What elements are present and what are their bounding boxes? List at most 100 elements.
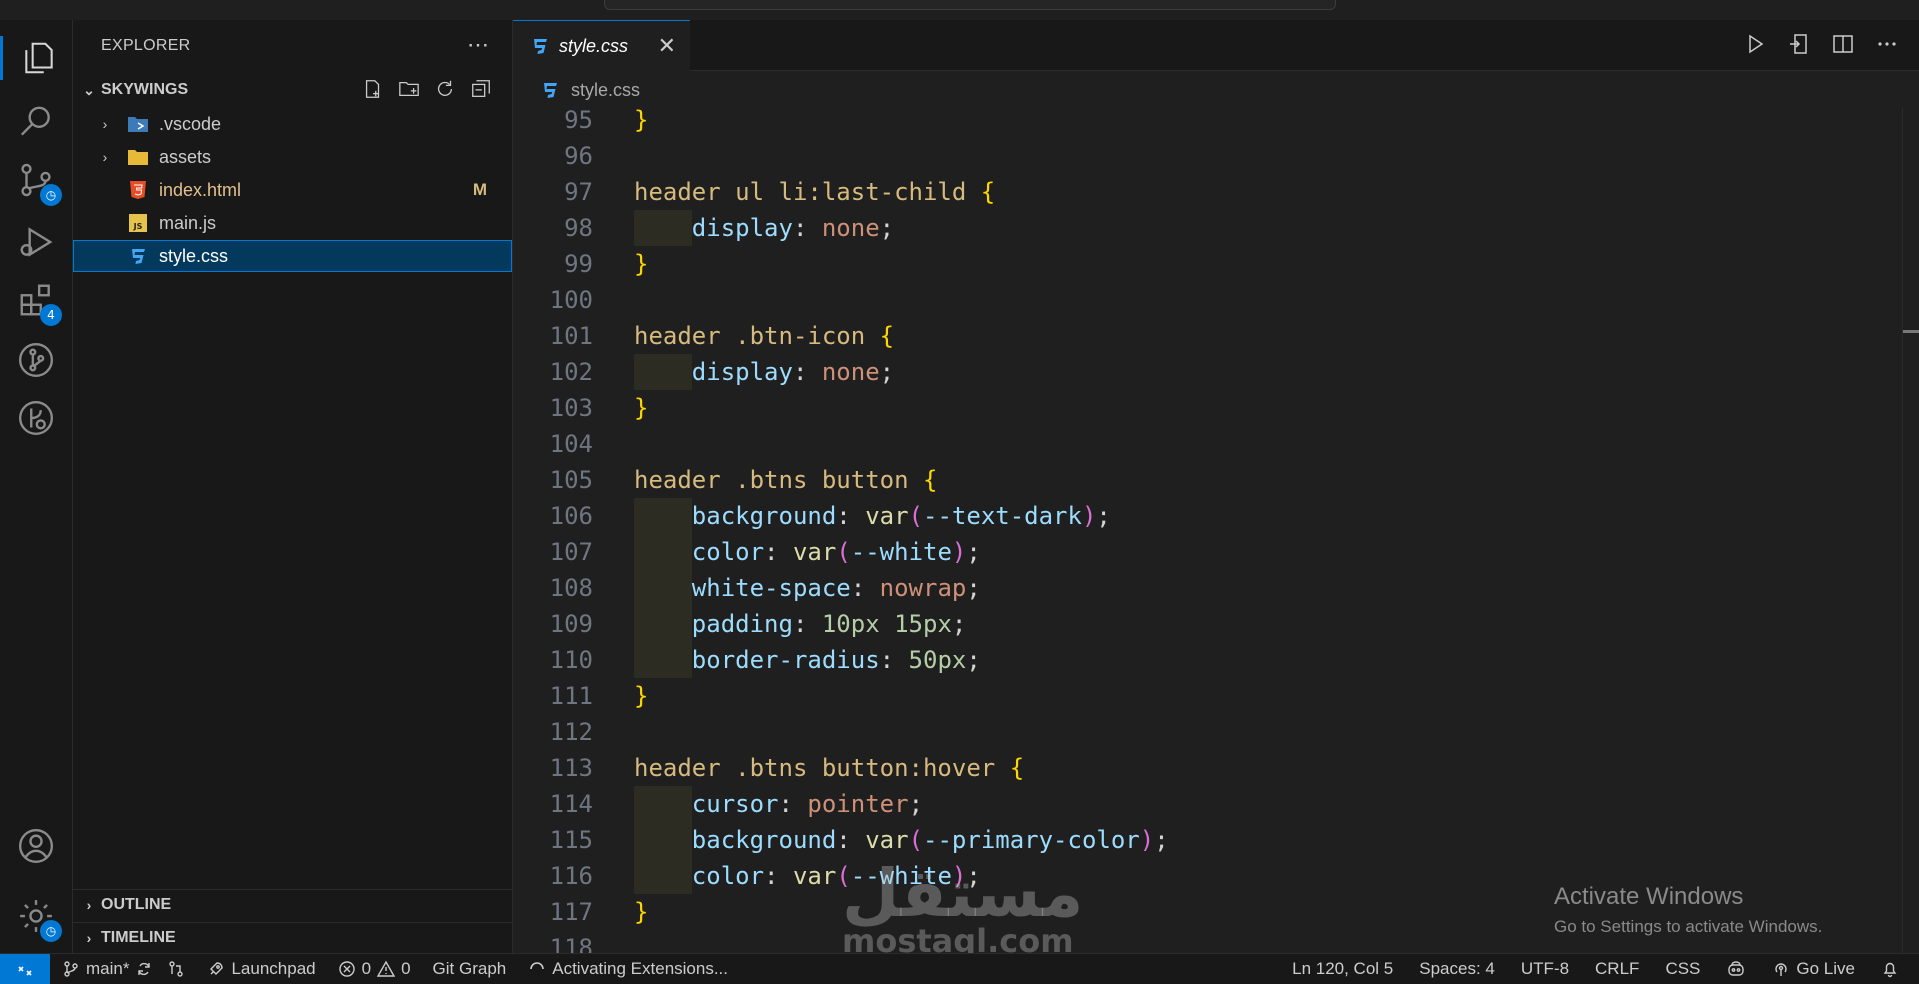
git-compare-icon [169, 961, 184, 977]
code-line[interactable]: 103} [513, 390, 649, 426]
tree-folder-assets[interactable]: › assets [73, 141, 512, 173]
split-editor-icon[interactable] [1831, 32, 1855, 56]
encoding-status[interactable]: UTF-8 [1521, 959, 1569, 979]
line-number: 99 [564, 250, 593, 278]
new-file-icon[interactable] [362, 78, 384, 100]
code-line[interactable]: 117} [513, 894, 649, 930]
code-line[interactable]: 101 header .btn-icon { [513, 318, 894, 354]
tree-file-main-js[interactable]: JS main.js [73, 207, 512, 239]
language-mode[interactable]: CSS [1665, 959, 1700, 979]
eol-status[interactable]: CRLF [1595, 959, 1639, 979]
code-text: background: var(--primary-color); [691, 826, 1169, 854]
more-actions-icon[interactable]: ⋯ [467, 32, 490, 58]
outline-section-header[interactable]: › OUTLINE [73, 889, 512, 920]
status-bar: main* Launchpad 0 0 Git Graph Activating… [0, 953, 1919, 984]
chevron-right-icon: › [102, 116, 108, 132]
launchpad-status[interactable]: Launchpad [207, 959, 316, 979]
extensions-icon[interactable]: 4 [14, 278, 62, 326]
html5-icon [127, 180, 149, 200]
go-live-label: Go Live [1796, 959, 1855, 978]
launchpad-label: Launchpad [231, 959, 316, 978]
open-preview-icon[interactable] [1787, 32, 1811, 56]
search-icon[interactable] [14, 100, 58, 144]
line-number: 111 [549, 682, 593, 710]
code-line[interactable]: 118 [513, 930, 593, 953]
code-line[interactable]: 114 cursor: pointer; [513, 786, 923, 822]
code-line[interactable]: 96 [513, 138, 593, 174]
branch-status[interactable]: main* [62, 959, 153, 979]
code-line[interactable]: 109 padding: 10px 15px; [513, 606, 966, 642]
settings-gear-icon[interactable]: ◷ [14, 894, 62, 942]
more-actions-icon[interactable] [1875, 32, 1899, 56]
code-line[interactable]: 113 header .btns button:hover { [513, 750, 1025, 786]
tree-file-index-html[interactable]: index.html M [73, 174, 512, 206]
git-graph-icon[interactable] [14, 338, 58, 382]
code-line[interactable]: 102 display: none; [513, 354, 894, 390]
breadcrumb-file[interactable]: style.css [571, 80, 640, 101]
code-line[interactable]: 112 [513, 714, 593, 750]
code-line[interactable]: 100 [513, 282, 593, 318]
line-number: 106 [549, 502, 593, 530]
code-line[interactable]: 110 border-radius: 50px; [513, 642, 981, 678]
notifications-bell-icon[interactable] [1881, 960, 1899, 978]
activate-windows-watermark: Activate Windows Go to Settings to activ… [1554, 883, 1822, 937]
breadcrumb: style.css [533, 76, 640, 104]
code-line[interactable]: 108 white-space: nowrap; [513, 570, 981, 606]
code-line[interactable]: 95} [513, 108, 648, 138]
line-number: 107 [549, 538, 593, 566]
copilot-icon[interactable] [1726, 959, 1746, 979]
error-icon [338, 961, 355, 977]
tree-file-style-css[interactable]: style.css [73, 240, 512, 272]
code-line[interactable]: 105 header .btns button { [513, 462, 938, 498]
branch-name: main* [86, 959, 130, 978]
code-line[interactable]: 104 [513, 426, 593, 462]
close-icon[interactable]: ✕ [658, 33, 676, 59]
gitlens-icon[interactable] [14, 396, 58, 440]
sync-icon[interactable] [135, 960, 153, 978]
explorer-sidebar: EXPLORER ⋯ ⌄ SKYWINGS › .vscode › assets… [73, 20, 513, 953]
remote-indicator-icon[interactable] [0, 954, 50, 984]
activating-status[interactable]: Activating Extensions... [528, 959, 728, 979]
code-line[interactable]: 99} [513, 246, 648, 282]
problems-status[interactable]: 0 0 [338, 959, 411, 979]
rocket-icon [210, 962, 224, 975]
collapse-all-icon[interactable] [470, 78, 492, 100]
workspace-name: SKYWINGS [101, 81, 189, 98]
activating-label: Activating Extensions... [552, 959, 729, 978]
timeline-section-header[interactable]: › TIMELINE [73, 922, 512, 953]
code-text: white-space: nowrap; [691, 574, 981, 602]
run-debug-icon[interactable] [14, 220, 58, 264]
tab-style-css[interactable]: style.css ✕ [513, 20, 690, 71]
line-number: 112 [549, 718, 593, 746]
account-icon[interactable] [14, 824, 58, 868]
explorer-icon[interactable] [0, 36, 75, 80]
indentation-status[interactable]: Spaces: 4 [1419, 959, 1495, 979]
code-line[interactable]: 111} [513, 678, 649, 714]
git-graph-status[interactable]: Git Graph [433, 959, 507, 979]
code-text: cursor: pointer; [691, 790, 924, 818]
activate-subtitle: Go to Settings to activate Windows. [1554, 917, 1823, 936]
code-line[interactable]: 107 color: var(--white); [513, 534, 981, 570]
code-editor[interactable]: 95} 96 97 header ul li:last-child {98 displ… [513, 108, 1903, 953]
source-control-icon[interactable]: ◷ [14, 158, 62, 206]
git-fork-status[interactable] [167, 960, 185, 978]
code-line[interactable]: 116 color: var(--white); [513, 858, 981, 894]
line-number: 98 [564, 214, 593, 242]
cursor-position[interactable]: Ln 120, Col 5 [1292, 959, 1393, 979]
go-live-status[interactable]: Go Live [1772, 959, 1855, 979]
tree-item-label: style.css [159, 245, 229, 266]
run-icon[interactable] [1743, 32, 1767, 56]
code-text: background: var(--text-dark); [691, 502, 1111, 530]
refresh-icon[interactable] [434, 78, 456, 100]
code-line[interactable]: 106 background: var(--text-dark); [513, 498, 1111, 534]
code-line[interactable]: 115 background: var(--primary-color); [513, 822, 1169, 858]
code-line[interactable]: 98 display: none; [513, 210, 894, 246]
vertical-scrollbar[interactable] [1902, 108, 1919, 953]
javascript-icon: JS [127, 213, 149, 233]
command-center-search[interactable] [604, 0, 1336, 10]
tree-folder-vscode[interactable]: › .vscode [73, 108, 512, 140]
status-right: Ln 120, Col 5 Spaces: 4 UTF-8 CRLF CSS G… [1292, 954, 1899, 984]
new-folder-icon[interactable] [398, 78, 420, 100]
code-line[interactable]: 97 header ul li:last-child { [513, 174, 995, 210]
warning-count: 0 [401, 959, 411, 978]
